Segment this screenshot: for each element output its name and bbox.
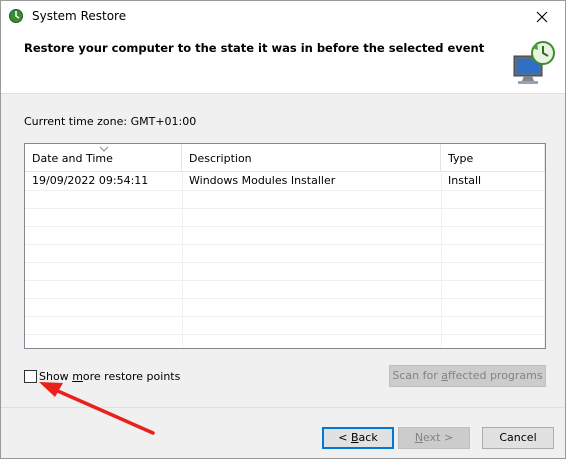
cell-description: Windows Modules Installer xyxy=(189,174,336,187)
column-header-description[interactable]: Description xyxy=(182,144,441,172)
timezone-label: Current time zone: GMT+01:00 xyxy=(24,115,197,128)
row-divider xyxy=(25,280,545,281)
footer-separator xyxy=(1,407,565,408)
table-header: Date and Time Description Type xyxy=(25,144,545,172)
table-row[interactable]: 19/09/2022 09:54:11 Windows Modules Inst… xyxy=(25,172,545,190)
back-button[interactable]: < Back xyxy=(322,427,394,449)
column-divider xyxy=(182,172,183,348)
computer-restore-icon xyxy=(510,38,558,86)
row-divider xyxy=(25,190,545,191)
column-divider xyxy=(544,172,545,348)
header-panel: Restore your computer to the state it wa… xyxy=(1,32,565,94)
header-heading: Restore your computer to the state it wa… xyxy=(24,41,485,55)
system-restore-icon xyxy=(8,8,24,24)
show-more-label[interactable]: Show more restore points xyxy=(39,370,180,383)
close-button[interactable] xyxy=(519,1,565,32)
row-divider xyxy=(25,262,545,263)
row-divider xyxy=(25,226,545,227)
show-more-restore-points-option[interactable]: Show more restore points xyxy=(24,368,180,384)
title-bar: System Restore xyxy=(1,1,565,32)
close-icon xyxy=(536,11,548,22)
cell-date: 19/09/2022 09:54:11 xyxy=(32,174,149,187)
cancel-button[interactable]: Cancel xyxy=(482,427,554,449)
show-more-checkbox[interactable] xyxy=(24,369,37,383)
column-header-type[interactable]: Type xyxy=(441,144,545,172)
row-divider xyxy=(25,316,545,317)
restore-points-table[interactable]: Date and Time Description Type 19/09/202… xyxy=(24,143,546,349)
system-restore-window: System Restore Restore your computer to … xyxy=(0,0,566,459)
row-divider xyxy=(25,334,545,335)
cell-type: Install xyxy=(448,174,482,187)
window-title: System Restore xyxy=(32,9,127,23)
scan-affected-programs-button[interactable]: Scan for affected programs xyxy=(389,365,546,387)
row-divider xyxy=(25,208,545,209)
sort-descending-icon xyxy=(99,146,109,152)
next-button[interactable]: Next > xyxy=(398,427,470,449)
row-divider xyxy=(25,244,545,245)
column-divider xyxy=(441,172,442,348)
row-divider xyxy=(25,298,545,299)
